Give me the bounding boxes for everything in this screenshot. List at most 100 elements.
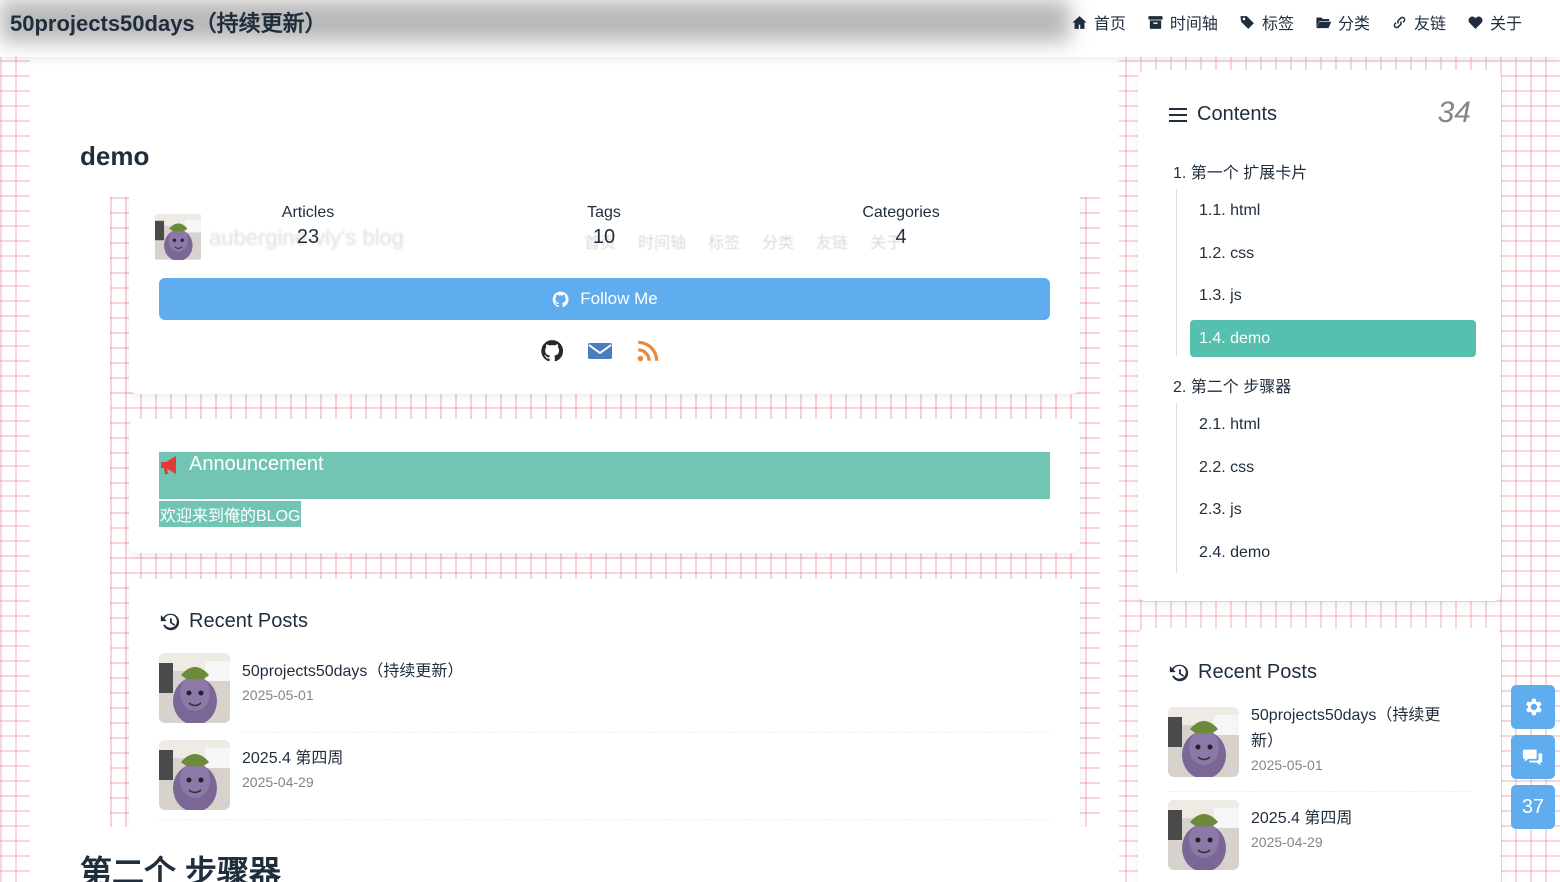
bullhorn-icon	[161, 455, 176, 474]
post-title-line2[interactable]: 新）	[1251, 729, 1440, 755]
post-date: 2025-05-01	[242, 687, 314, 703]
email-icon[interactable]	[587, 338, 613, 364]
settings-button[interactable]	[1511, 685, 1555, 729]
toc-item[interactable]: 2.1. html	[1199, 416, 1260, 434]
divider	[1168, 791, 1471, 792]
stat-label: Categories	[862, 204, 940, 221]
post-title-line1[interactable]: 50projects50days（持续更	[1251, 703, 1440, 729]
stat-value: 4	[895, 226, 907, 248]
post-date: 2025-04-29	[1251, 834, 1323, 850]
scroll-percent-button[interactable]: 37	[1511, 785, 1555, 829]
recent-posts-title-text: Recent Posts	[1198, 661, 1317, 683]
post-thumbnail[interactable]	[159, 740, 230, 810]
demo-preview-frame: aubergine-vly's blog 首页 时间轴 标签 分类 友链 关于 …	[110, 197, 1100, 827]
toc-progress-count: 34	[1437, 96, 1471, 129]
menu-item-label: 时间轴	[1169, 16, 1218, 33]
menu-item-friends[interactable]: 友链	[1390, 10, 1446, 34]
menu-item-label: 友链	[1413, 16, 1446, 33]
toc-item[interactable]: 2.3. js	[1199, 501, 1242, 519]
avatar	[155, 214, 201, 260]
top-navbar: 50projects50days（持续更新） 首页 时间轴 标签 分类 友链 关…	[0, 0, 1560, 57]
stat-value: 10	[592, 226, 616, 248]
stat-value: 23	[296, 226, 320, 248]
github-icon	[552, 291, 569, 307]
ghost-menu-item: 分类	[762, 235, 795, 252]
announcement-title-text: Announcement	[189, 453, 324, 475]
list-icon	[1169, 107, 1187, 122]
author-info-card: aubergine-vly's blog 首页 时间轴 标签 分类 友链 关于 …	[129, 197, 1080, 394]
recent-post-item[interactable]: 2025.4 第四周 2025-04-29	[1168, 800, 1352, 870]
archive-icon	[1148, 15, 1163, 29]
ghost-menu-item: 标签	[708, 235, 741, 252]
post-thumbnail[interactable]	[1168, 707, 1239, 777]
announcement-text: 欢迎来到俺的BLOG	[159, 501, 302, 527]
stat-tags[interactable]: Tags 10	[544, 204, 664, 249]
recent-post-item[interactable]: 50projects50days（持续更新） 2025-05-01	[159, 653, 463, 723]
rss-icon[interactable]	[635, 338, 661, 364]
github-icon[interactable]	[539, 338, 565, 364]
toc-item[interactable]: 1. 第一个 扩展卡片	[1173, 159, 1307, 183]
recent-posts-title: Recent Posts	[159, 610, 308, 633]
follow-me-button[interactable]: Follow Me	[159, 278, 1050, 320]
toc-item[interactable]: 1.3. js	[1199, 287, 1242, 305]
stat-label: Articles	[281, 204, 335, 221]
menu-item-label: 标签	[1261, 16, 1294, 33]
main-menu: 首页 时间轴 标签 分类 友链 关于	[1070, 10, 1522, 34]
recent-post-item[interactable]: 50projects50days（持续更 新） 2025-05-01	[1168, 707, 1440, 777]
divider	[242, 732, 1052, 733]
recent-posts-title-text: Recent Posts	[189, 610, 308, 632]
home-icon	[1072, 15, 1087, 29]
tags-icon	[1240, 15, 1254, 29]
menu-item-categories[interactable]: 分类	[1314, 10, 1370, 34]
comments-button[interactable]	[1511, 735, 1555, 779]
toc-title: Contents	[1168, 103, 1277, 126]
post-date: 2025-05-01	[1251, 757, 1323, 773]
menu-item-label: 首页	[1093, 16, 1126, 33]
divider	[159, 819, 1052, 820]
post-title[interactable]: 2025.4 第四周	[242, 746, 343, 772]
toc-item-active[interactable]: 1.4. demo	[1199, 330, 1270, 348]
toc-card: Contents 34 1. 第一个 扩展卡片 1.1. html 1.2. c…	[1138, 70, 1501, 601]
toc-guide-line	[1176, 403, 1177, 573]
toc-item[interactable]: 2. 第二个 步骤器	[1173, 373, 1291, 397]
stat-articles[interactable]: Articles 23	[248, 204, 368, 249]
history-icon	[160, 613, 180, 630]
post-title[interactable]: 50projects50days（持续更新）	[242, 659, 463, 685]
menu-item-tags[interactable]: 标签	[1238, 10, 1294, 34]
follow-me-label: Follow Me	[580, 289, 658, 308]
menu-item-label: 关于	[1489, 16, 1522, 33]
social-links	[539, 338, 661, 364]
toc-item[interactable]: 2.2. css	[1199, 459, 1254, 477]
article-card: demo aubergine-vly's blog 首页 时间轴 标签 分类 友…	[30, 57, 1119, 882]
comments-icon	[1522, 749, 1543, 766]
post-date: 2025-04-29	[242, 774, 314, 790]
link-icon	[1393, 16, 1406, 28]
history-icon	[1169, 664, 1189, 681]
heart-icon	[1468, 16, 1483, 29]
menu-item-timeline[interactable]: 时间轴	[1146, 10, 1218, 34]
announcement-card: Announcement 欢迎来到俺的BLOG	[129, 419, 1080, 553]
announcement-title: Announcement	[159, 453, 324, 476]
sidebar-recent-posts-card: Recent Posts 50projects50days（持续更 新） 202…	[1138, 628, 1501, 882]
recent-posts-title: Recent Posts	[1168, 661, 1317, 684]
menu-item-home[interactable]: 首页	[1070, 10, 1126, 34]
toc-item[interactable]: 1.1. html	[1199, 202, 1260, 220]
menu-item-about[interactable]: 关于	[1466, 10, 1522, 34]
post-thumbnail[interactable]	[1168, 800, 1239, 870]
toc-item[interactable]: 2.4. demo	[1199, 544, 1270, 562]
toc-item[interactable]: 1.2. css	[1199, 245, 1254, 263]
post-thumbnail[interactable]	[159, 653, 230, 723]
toc-title-text: Contents	[1197, 103, 1278, 125]
site-title[interactable]: 50projects50days（持续更新）	[10, 6, 327, 38]
folder-open-icon	[1316, 17, 1332, 28]
stat-categories[interactable]: Categories 4	[841, 204, 961, 249]
recent-post-item[interactable]: 2025.4 第四周 2025-04-29	[159, 740, 343, 810]
demo-heading: demo	[80, 141, 150, 171]
post-title[interactable]: 2025.4 第四周	[1251, 806, 1352, 832]
toc-guide-line	[1176, 189, 1177, 356]
recent-posts-card: Recent Posts 50projects50days（持续更新） 2025…	[129, 579, 1080, 827]
stat-label: Tags	[587, 204, 621, 221]
menu-item-label: 分类	[1337, 16, 1370, 33]
gear-icon	[1526, 698, 1542, 716]
section-heading: 第二个 步骤器	[80, 854, 281, 882]
